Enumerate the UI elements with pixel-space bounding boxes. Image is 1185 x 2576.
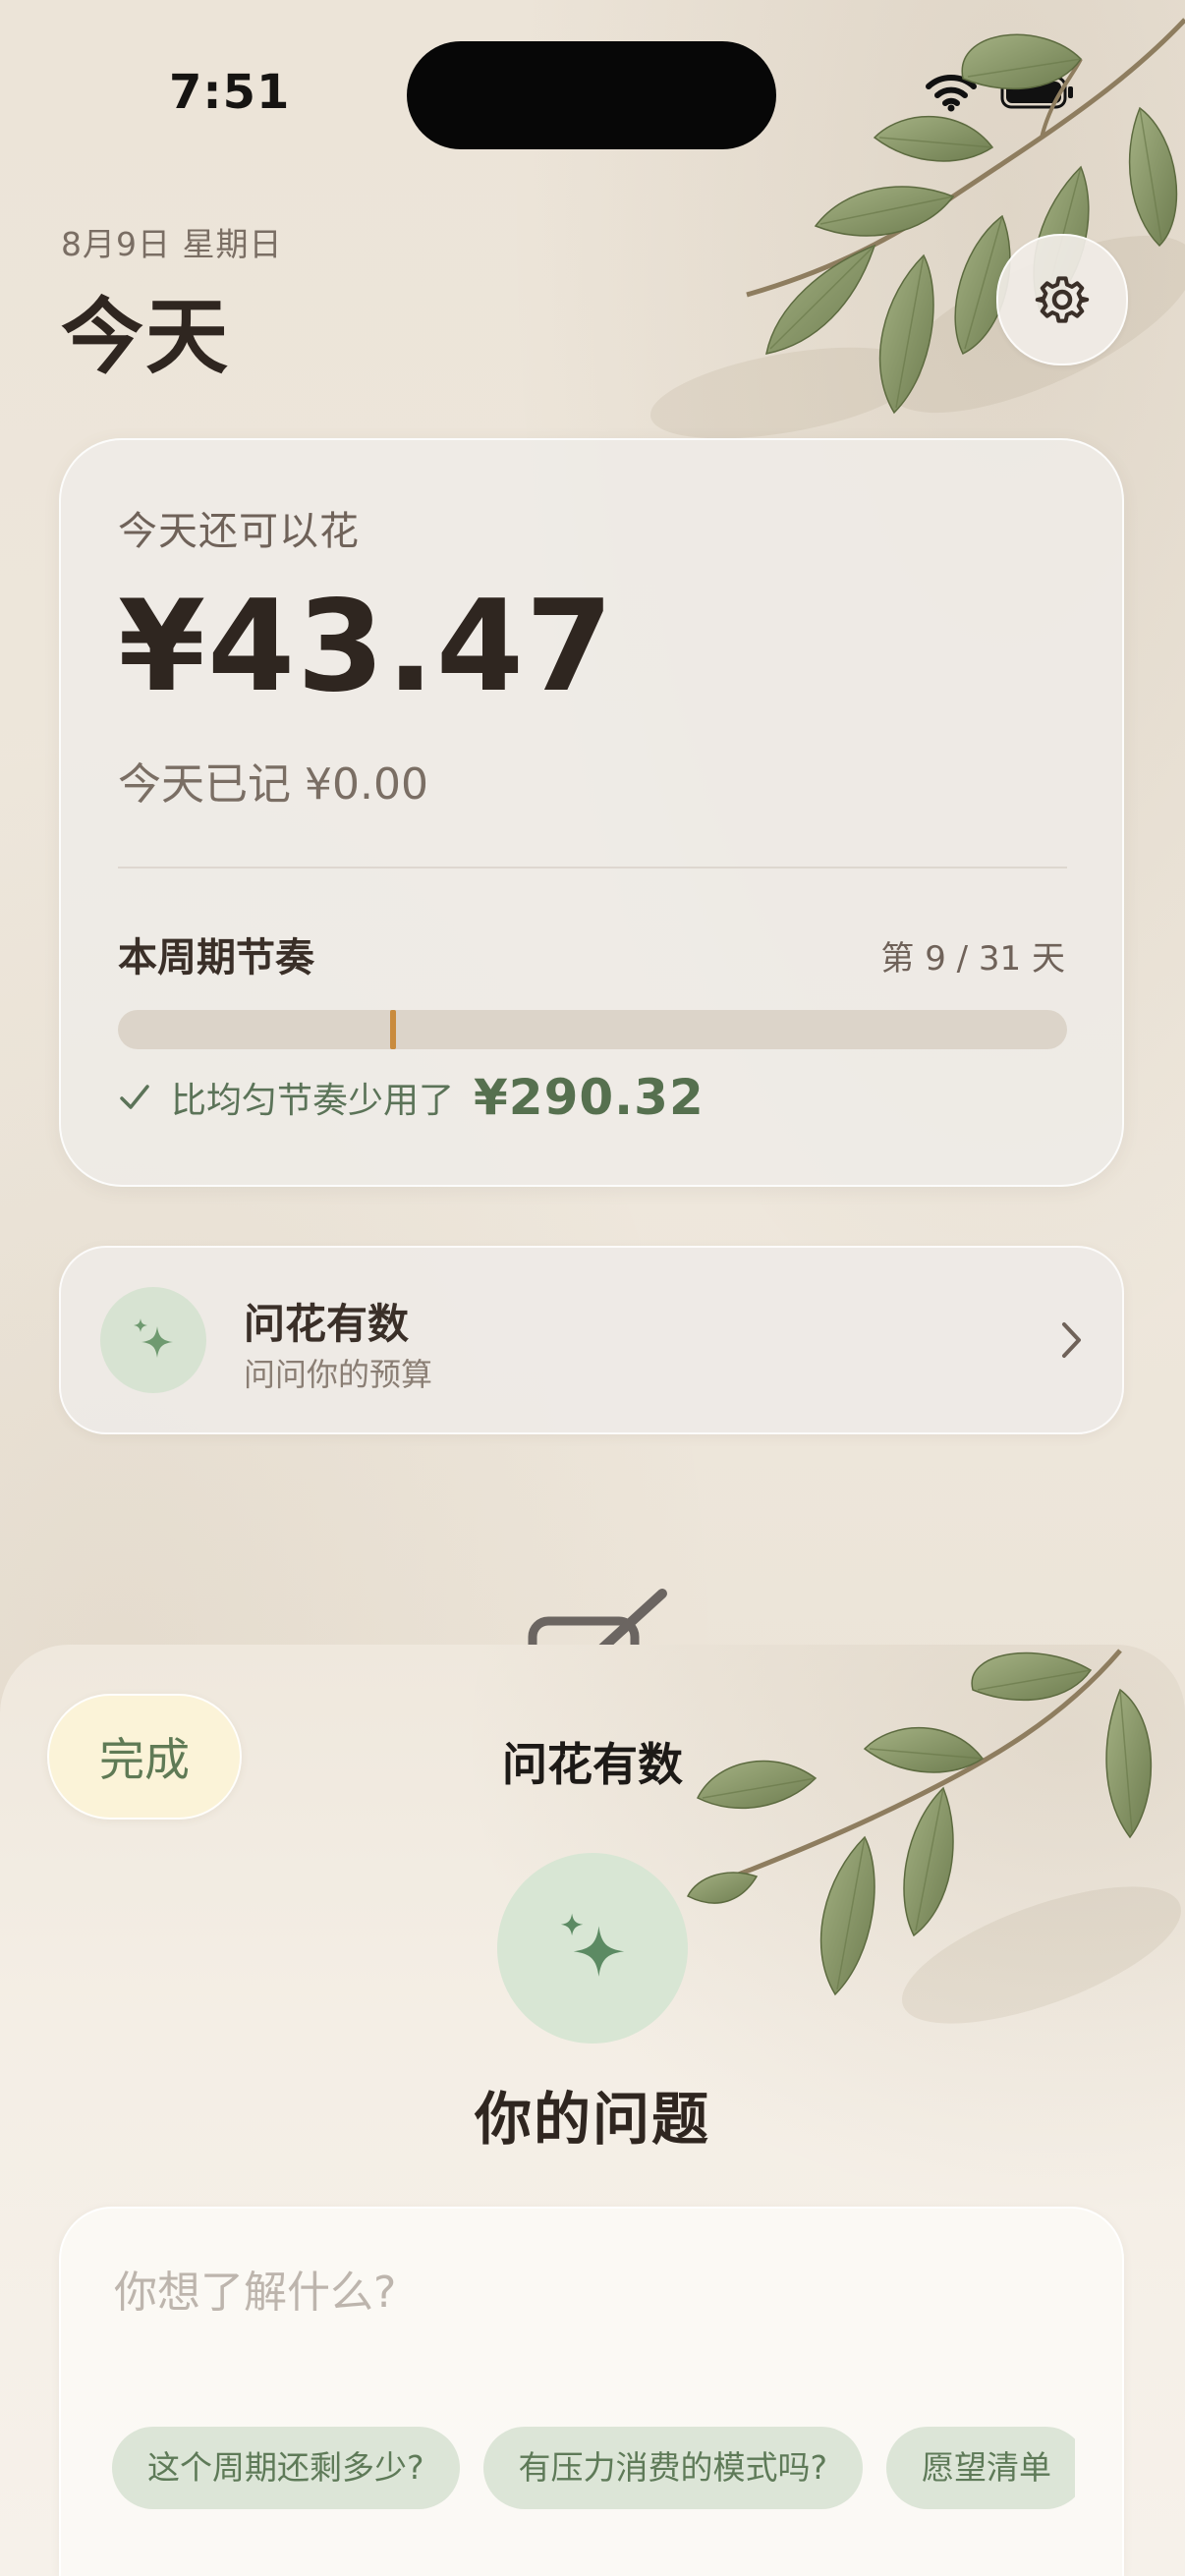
pace-text: 比均匀节奏少用了: [171, 1081, 455, 1121]
suggestion-chip[interactable]: 愿望清单: [886, 2427, 1075, 2509]
pace-summary: 比均匀节奏少用了 ¥290.32: [118, 1069, 705, 1126]
recorded-label: 今天已记: [118, 759, 291, 810]
sheet-title: 问花有数: [502, 1738, 683, 1791]
question-heading: 你的问题: [474, 2086, 710, 2153]
sparkles-icon: [560, 1913, 625, 1977]
sheet-icon-badge: [497, 1853, 688, 2044]
gear-icon: [1035, 276, 1090, 323]
dynamic-island: [407, 41, 776, 149]
chevron-right-icon: [1062, 1322, 1081, 1358]
remaining-amount: ¥43.47: [118, 574, 615, 720]
ask-icon-badge: [100, 1287, 206, 1393]
suggestion-chips: 这个周期还剩多少? 有压力消费的模式吗? 愿望清单: [112, 2427, 1075, 2515]
period-progress-bar: [118, 1010, 1067, 1049]
recorded-amount: ¥0.00: [305, 759, 428, 810]
question-input[interactable]: [114, 2258, 1057, 2326]
ask-card-title: 问花有数: [244, 1300, 410, 1348]
day-counter: 第 9 / 31 天: [880, 939, 1065, 979]
sparkles-icon: [134, 1318, 173, 1358]
date-label: 8月9日 星期日: [61, 225, 283, 263]
progress-marker: [390, 1010, 397, 1049]
remaining-label: 今天还可以花: [118, 509, 360, 554]
question-box: 这个周期还剩多少? 有压力消费的模式吗? 愿望清单: [59, 2207, 1124, 2576]
wifi-icon: [926, 75, 977, 112]
ask-card-subtitle: 问问你的预算: [244, 1356, 433, 1393]
checkmark-icon: [120, 1085, 149, 1109]
page-title: 今天: [61, 289, 231, 385]
ask-sheet: 完成 问花有数 你的问题 这个周期还剩多少?有压力消费的模式吗?愿望清单: [0, 1645, 1185, 2576]
battery-icon: [1000, 76, 1073, 109]
rhythm-label: 本周期节奏: [118, 935, 314, 980]
card-divider: [118, 867, 1067, 868]
pace-amount: ¥290.32: [474, 1069, 705, 1126]
ask-budget-card[interactable]: 问花有数 问问你的预算: [59, 1246, 1124, 1434]
suggestion-chip[interactable]: 这个周期还剩多少?: [112, 2427, 460, 2509]
budget-card: 今天还可以花 ¥43.47 今天已记 ¥0.00 本周期节奏 第 9 / 31 天…: [59, 438, 1124, 1187]
settings-button[interactable]: [996, 234, 1128, 365]
recorded-today: 今天已记 ¥0.00: [118, 749, 428, 812]
status-time: 7:51: [169, 65, 291, 120]
suggestion-chip[interactable]: 有压力消费的模式吗?: [482, 2427, 864, 2509]
